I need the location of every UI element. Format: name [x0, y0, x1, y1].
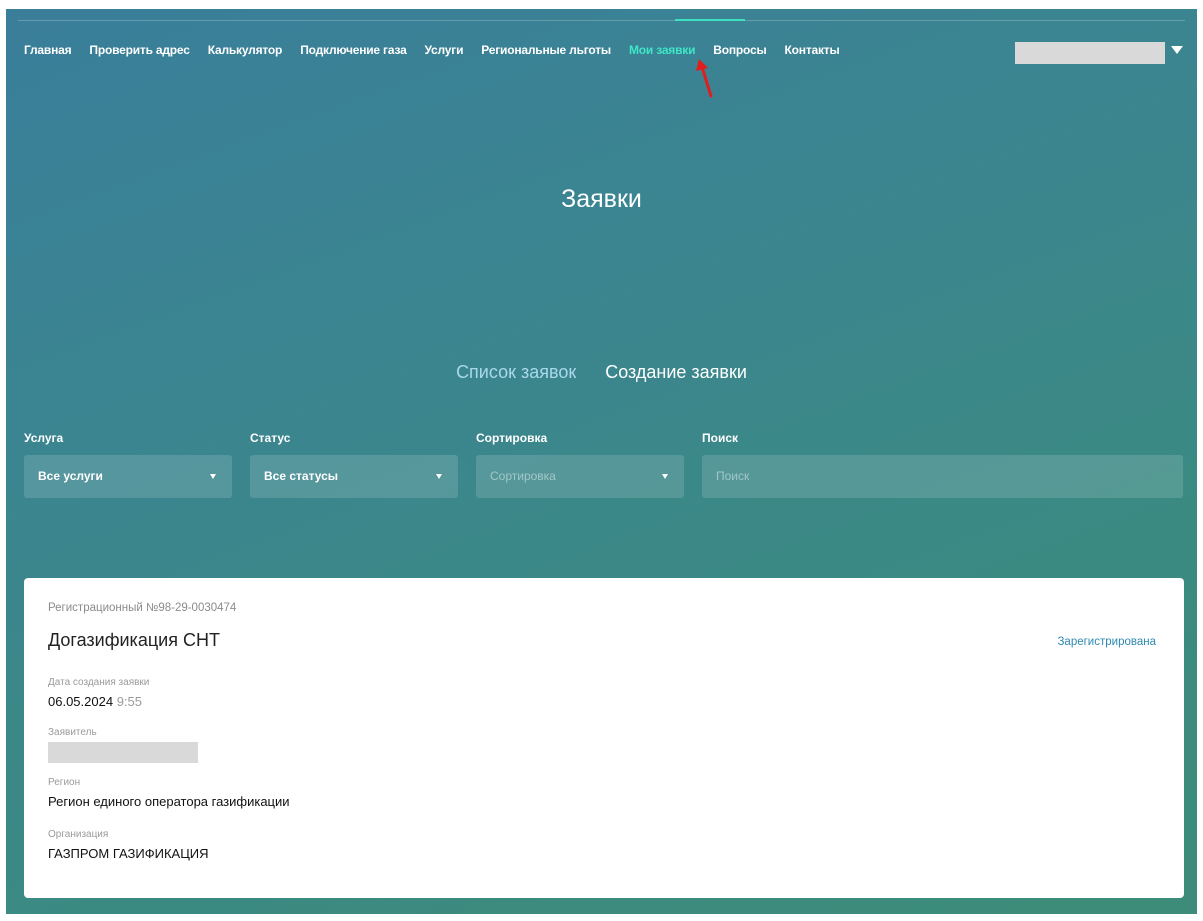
main-nav: Главная Проверить адрес Калькулятор Подк…: [24, 43, 840, 57]
nav-item-my-applications[interactable]: Мои заявки: [629, 43, 695, 57]
user-account-redacted[interactable]: [1015, 42, 1165, 64]
nav-item-home[interactable]: Главная: [24, 43, 72, 57]
tab-create-application[interactable]: Создание заявки: [605, 362, 747, 382]
annotation-arrow-icon: [696, 59, 713, 98]
tab-application-list[interactable]: Список заявок: [456, 362, 576, 382]
service-filter-label: Услуга: [24, 431, 64, 445]
nav-item-calculator[interactable]: Калькулятор: [208, 43, 283, 57]
service-select-value: Все услуги: [38, 469, 103, 483]
applicant-label: Заявитель: [48, 727, 97, 738]
search-filter-label: Поиск: [702, 431, 739, 445]
sort-select-placeholder: Сортировка: [490, 469, 556, 483]
service-select[interactable]: Все услуги: [24, 455, 232, 498]
chevron-down-icon[interactable]: [1171, 46, 1183, 54]
status-select-value: Все статусы: [264, 469, 339, 483]
created-date-value: 06.05.2024 9:55: [48, 694, 142, 709]
chevron-down-icon: [210, 474, 216, 479]
created-date: 06.05.2024: [48, 694, 114, 709]
status-badge: Зарегистрирована: [1057, 636, 1156, 648]
created-date-label: Дата создания заявки: [48, 677, 150, 688]
nav-item-check-address[interactable]: Проверить адрес: [89, 43, 189, 57]
status-filter-label: Статус: [250, 431, 291, 445]
status-select[interactable]: Все статусы: [250, 455, 458, 498]
page-frame: Главная Проверить адрес Калькулятор Подк…: [6, 9, 1197, 914]
page-title: Заявки: [561, 185, 642, 213]
registration-number: Регистрационный №98-29-0030474: [48, 602, 237, 614]
sort-select[interactable]: Сортировка: [476, 455, 684, 498]
top-divider: [18, 20, 1185, 21]
region-label: Регион: [48, 777, 81, 788]
nav-item-services[interactable]: Услуги: [425, 43, 464, 57]
created-time: 9:55: [116, 694, 143, 709]
service-name: Догазификация СНТ: [48, 630, 220, 650]
nav-item-regional-benefits[interactable]: Региональные льготы: [481, 43, 611, 57]
chevron-down-icon: [662, 474, 668, 479]
chevron-down-icon: [436, 474, 442, 479]
filters-bar: Услуга Все услуги Статус Все статусы Сор…: [24, 431, 1184, 501]
organization-label: Организация: [48, 829, 109, 840]
nav-item-gas-connection[interactable]: Подключение газа: [300, 43, 407, 57]
region-value: Регион единого оператора газификации: [48, 794, 290, 809]
active-nav-indicator: [675, 19, 745, 21]
search-input[interactable]: Поиск: [702, 455, 1183, 498]
organization-value: ГАЗПРОМ ГАЗИФИКАЦИЯ: [48, 846, 209, 861]
sort-filter-label: Сортировка: [476, 431, 548, 445]
tabs: Список заявок Создание заявки: [6, 362, 1197, 383]
nav-item-contacts[interactable]: Контакты: [785, 43, 840, 57]
nav-item-questions[interactable]: Вопросы: [713, 43, 766, 57]
applicant-redacted: [48, 742, 198, 763]
application-card[interactable]: Регистрационный №98-29-0030474 Догазифик…: [24, 578, 1184, 898]
search-input-placeholder: Поиск: [716, 469, 750, 483]
